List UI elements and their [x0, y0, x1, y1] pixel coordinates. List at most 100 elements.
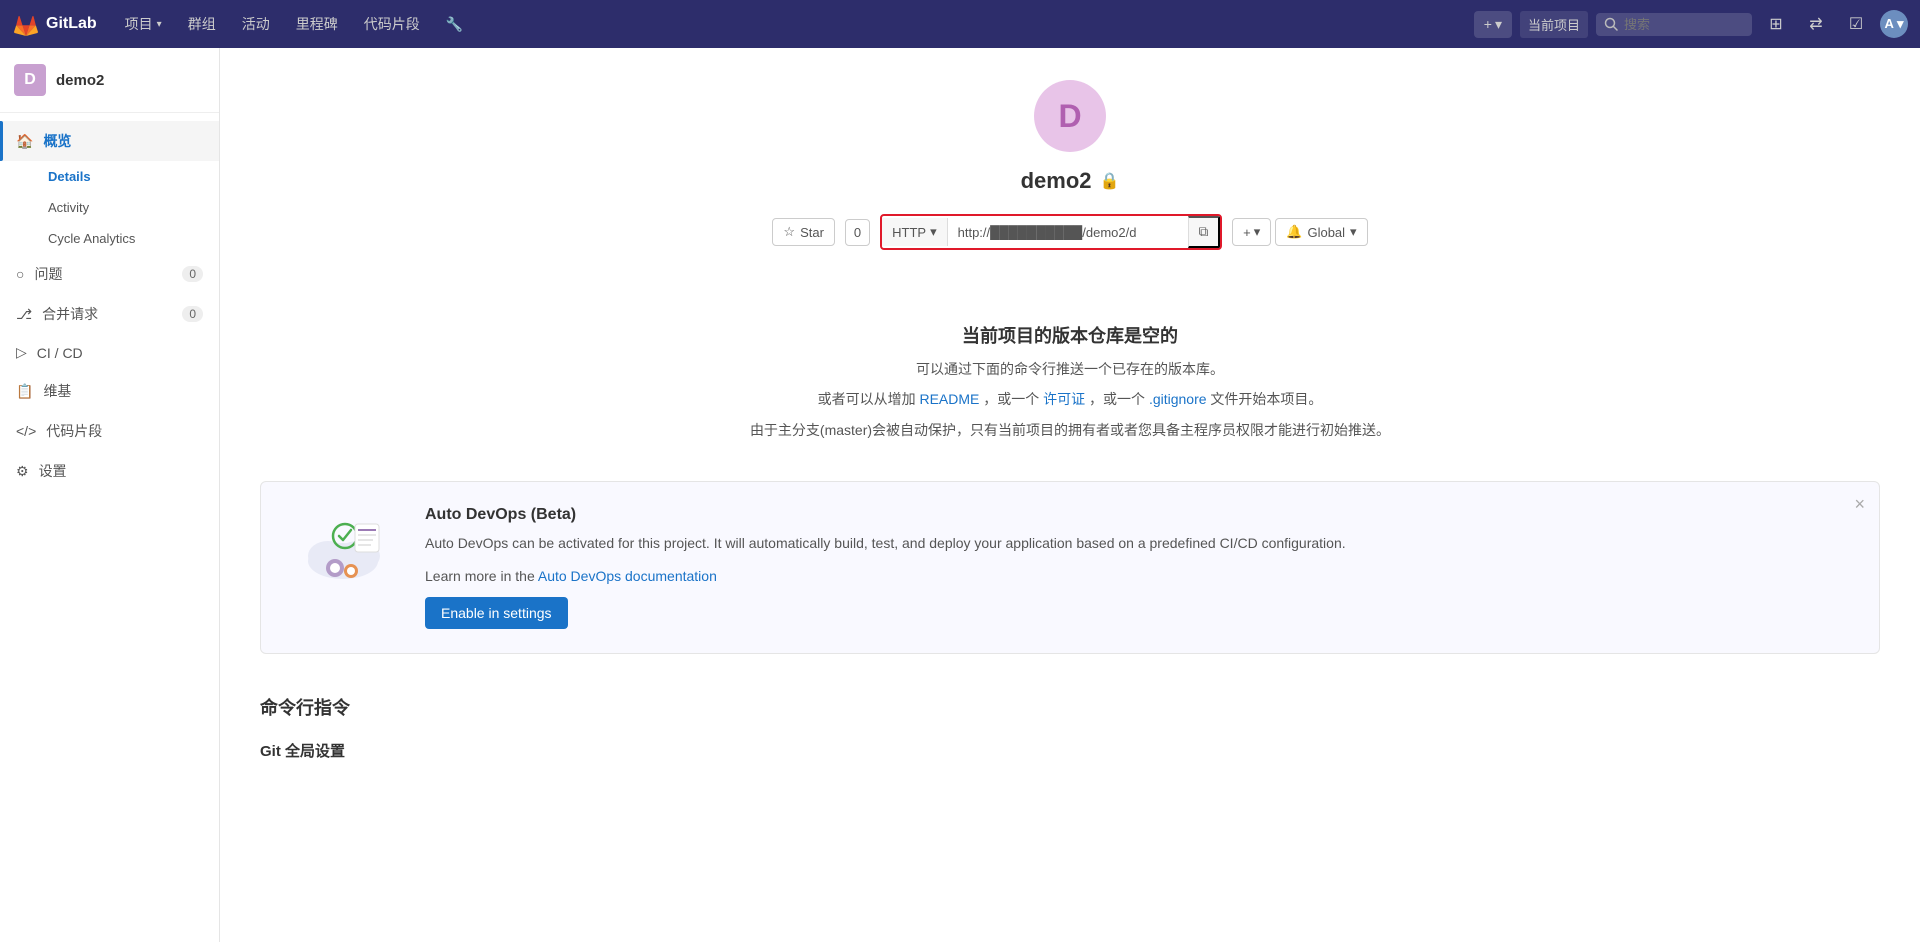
url-bar-wrap: ☆ Star 0 HTTP ▾ ⧉ + — [240, 214, 1900, 250]
git-global-title: Git 全局设置 — [260, 740, 1880, 761]
lock-icon: 🔒 — [1100, 171, 1120, 191]
topnav-right: + ▾ 当前项目 ⊞ ⇄ ☑ A ▾ — [1474, 8, 1908, 40]
merge-icon: ⎇ — [16, 306, 32, 323]
auto-devops-card: × — [260, 481, 1880, 654]
url-actions: + ▾ 🔔 Global ▾ — [1232, 218, 1367, 246]
main-content: D demo2 🔒 ☆ Star 0 HTTP ▾ — [220, 48, 1920, 942]
license-link[interactable]: 许可证 — [1043, 391, 1085, 407]
gitlab-logo-icon — [12, 10, 40, 38]
nav-groups[interactable]: 群组 — [176, 8, 228, 40]
devops-description: Auto DevOps can be activated for this pr… — [425, 532, 1847, 554]
notify-label: Global — [1307, 225, 1345, 240]
gitignore-link[interactable]: .gitignore — [1149, 391, 1207, 407]
sidebar-cicd-label: CI / CD — [37, 345, 83, 361]
merge-badge: 0 — [182, 306, 203, 322]
sidebar-snippets-label: 代码片段 — [46, 421, 102, 441]
star-label: Star — [800, 225, 824, 240]
sidebar-merge-label: 合并请求 — [42, 304, 98, 324]
search-icon — [1604, 17, 1618, 31]
devops-learn-more: Learn more in the Auto DevOps documentat… — [425, 565, 1847, 587]
sidebar-sub-activity[interactable]: Activity — [32, 192, 219, 223]
sidebar-overview-label: 概览 — [43, 131, 71, 151]
url-protocol-label: HTTP — [892, 225, 926, 240]
url-protocol-select[interactable]: HTTP ▾ — [882, 218, 947, 246]
plus-chevron-icon: ▾ — [1254, 224, 1261, 240]
sidebar-wiki-label: 维基 — [43, 381, 71, 401]
command-section: 命令行指令 Git 全局设置 — [220, 694, 1920, 811]
chevron-down-icon: ▾ — [930, 224, 937, 240]
issue-icon: ○ — [16, 266, 24, 282]
commands-title: 命令行指令 — [260, 694, 1880, 720]
sidebar-sub-overview: Details Activity Cycle Analytics — [0, 161, 219, 254]
todo-icon-btn[interactable]: ☑ — [1840, 8, 1872, 40]
sidebar-issues-label: 问题 — [34, 264, 62, 284]
nav-projects[interactable]: 项目 — [113, 8, 174, 40]
sidebar-project-name: demo2 — [56, 72, 104, 89]
nav-milestones[interactable]: 里程碑 — [284, 8, 350, 40]
url-input[interactable] — [948, 219, 1188, 246]
notify-button[interactable]: 🔔 Global ▾ — [1275, 218, 1367, 246]
sidebar-item-cicd[interactable]: ▷ CI / CD — [0, 334, 219, 371]
sidebar-project-header: D demo2 — [0, 48, 219, 113]
search-input[interactable] — [1624, 17, 1744, 32]
devops-content: Auto DevOps (Beta) Auto DevOps can be ac… — [425, 506, 1847, 629]
sidebar-project-avatar: D — [14, 64, 46, 96]
sidebar-item-snippets[interactable]: </> 代码片段 — [0, 411, 219, 451]
add-button[interactable]: + ▾ — [1474, 11, 1512, 38]
auto-devops-svg — [293, 506, 393, 586]
nav-snippets[interactable]: 代码片段 — [352, 8, 432, 40]
home-icon: 🏠 — [16, 133, 33, 150]
current-project-label: 当前项目 — [1520, 11, 1588, 38]
devops-learn-link[interactable]: Auto DevOps documentation — [538, 568, 717, 584]
sidebar-item-wiki[interactable]: 📋 维基 — [0, 371, 219, 411]
nav-activity[interactable]: 活动 — [230, 8, 282, 40]
wiki-icon: 📋 — [16, 383, 33, 400]
empty-repo-line2: 或者可以从增加 README ，或一个 许可证 ，或一个 .gitignore … — [260, 388, 1880, 410]
enable-settings-button[interactable]: Enable in settings — [425, 597, 568, 629]
search-wrap[interactable] — [1596, 13, 1752, 36]
project-header: D demo2 🔒 ☆ Star 0 HTTP ▾ — [220, 48, 1920, 302]
sidebar-sub-details[interactable]: Details — [32, 161, 219, 192]
project-name-row: demo2 🔒 — [240, 168, 1900, 194]
user-avatar[interactable]: A ▾ — [1880, 10, 1908, 38]
snippet-icon: </> — [16, 423, 36, 439]
star-count: 0 — [845, 219, 870, 246]
broadcast-icon-btn[interactable]: ⊞ — [1760, 8, 1792, 40]
topnav: GitLab 项目 群组 活动 里程碑 代码片段 🔧 + ▾ 当前项目 ⊞ ⇄ … — [0, 0, 1920, 48]
brand-name: GitLab — [46, 15, 97, 33]
project-name: demo2 — [1021, 168, 1092, 194]
project-avatar-large: D — [1034, 80, 1106, 152]
auto-devops-illustration — [293, 506, 393, 586]
star-icon: ☆ — [783, 224, 795, 240]
merge-request-icon-btn[interactable]: ⇄ — [1800, 8, 1832, 40]
brand[interactable]: GitLab — [12, 10, 97, 38]
ci-icon: ▷ — [16, 344, 27, 361]
sidebar-item-overview[interactable]: 🏠 概览 — [0, 121, 219, 161]
notify-chevron-icon: ▾ — [1350, 224, 1357, 240]
plus-dropdown-button[interactable]: + ▾ — [1232, 218, 1271, 246]
nav-wrench[interactable]: 🔧 — [434, 8, 475, 40]
sidebar-item-merge-requests[interactable]: ⎇ 合并请求 0 — [0, 294, 219, 334]
sidebar-item-settings[interactable]: ⚙ 设置 — [0, 451, 219, 491]
empty-repo-line1: 可以通过下面的命令行推送一个已存在的版本库。 — [260, 358, 1880, 380]
issues-badge: 0 — [182, 266, 203, 282]
empty-repo-section: 当前项目的版本仓库是空的 可以通过下面的命令行推送一个已存在的版本库。 或者可以… — [220, 302, 1920, 481]
topnav-links: 项目 群组 活动 里程碑 代码片段 🔧 — [113, 8, 1474, 40]
bell-icon: 🔔 — [1286, 224, 1302, 240]
readme-link[interactable]: README — [919, 391, 979, 407]
settings-icon: ⚙ — [16, 463, 29, 480]
copy-icon: ⧉ — [1199, 224, 1209, 240]
auto-devops-close-button[interactable]: × — [1854, 494, 1865, 515]
sidebar-settings-label: 设置 — [39, 461, 67, 481]
sidebar: D demo2 🏠 概览 Details Activity Cycle Anal… — [0, 48, 220, 942]
empty-repo-line3: 由于主分支(master)会被自动保护，只有当前项目的拥有者或者您具备主程序员权… — [260, 419, 1880, 441]
layout: D demo2 🏠 概览 Details Activity Cycle Anal… — [0, 48, 1920, 942]
sidebar-sub-cycle-analytics[interactable]: Cycle Analytics — [32, 223, 219, 254]
url-copy-button[interactable]: ⧉ — [1188, 216, 1221, 248]
url-box: HTTP ▾ ⧉ — [880, 214, 1222, 250]
star-button[interactable]: ☆ Star — [772, 218, 835, 246]
empty-repo-title: 当前项目的版本仓库是空的 — [260, 322, 1880, 348]
sidebar-nav: 🏠 概览 Details Activity Cycle Analytics ○ … — [0, 113, 219, 942]
sidebar-item-issues[interactable]: ○ 问题 0 — [0, 254, 219, 294]
devops-title: Auto DevOps (Beta) — [425, 506, 1847, 524]
